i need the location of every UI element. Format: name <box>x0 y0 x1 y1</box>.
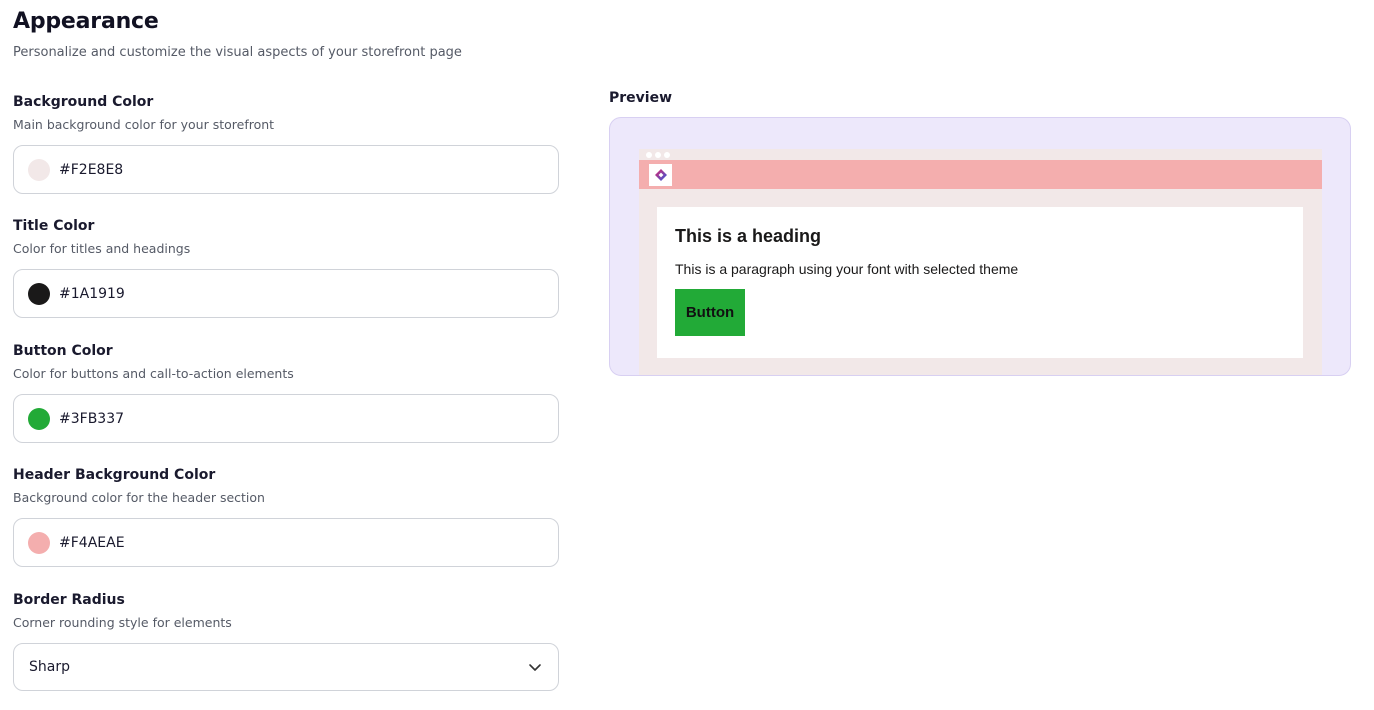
header-background-color-input[interactable]: #F4AEAE <box>13 518 559 567</box>
window-dot-icon <box>646 151 652 158</box>
page-title: Appearance <box>13 9 159 34</box>
color-swatch[interactable] <box>28 282 50 305</box>
select-value[interactable]: Sharp <box>29 659 70 675</box>
header-background-color-field: Header Background Color Background color… <box>13 466 559 567</box>
background-color-field: Background Color Main background color f… <box>13 93 559 194</box>
mock-button: Button <box>675 289 745 336</box>
logo-diamond-icon <box>654 168 667 181</box>
preview-mock-window: This is a heading This is a paragraph us… <box>639 149 1322 375</box>
field-label: Border Radius <box>13 592 125 608</box>
window-dot-icon <box>655 151 661 158</box>
field-label: Title Color <box>13 218 95 234</box>
border-radius-select[interactable]: Sharp <box>13 643 559 691</box>
mock-paragraph: This is a paragraph using your font with… <box>675 261 1019 277</box>
color-value[interactable]: #F4AEAE <box>59 535 125 551</box>
color-swatch[interactable] <box>28 407 50 430</box>
field-description: Color for buttons and call-to-action ele… <box>13 366 294 381</box>
mock-heading: This is a heading <box>675 226 822 246</box>
button-color-field: Button Color Color for buttons and call-… <box>13 342 559 443</box>
field-description: Color for titles and headings <box>13 241 191 256</box>
color-swatch[interactable] <box>28 531 50 554</box>
preview-label: Preview <box>609 90 673 106</box>
mock-titlebar <box>639 149 1322 160</box>
color-value[interactable]: #F2E8E8 <box>59 162 123 178</box>
field-description: Background color for the header section <box>13 490 265 505</box>
chevron-down-icon[interactable] <box>528 660 542 674</box>
page-subtitle: Personalize and customize the visual asp… <box>13 45 462 60</box>
field-description: Main background color for your storefron… <box>13 117 275 132</box>
preview-frame: This is a heading This is a paragraph us… <box>609 117 1351 376</box>
color-value[interactable]: #1A1919 <box>59 286 125 302</box>
mock-content-card: This is a heading This is a paragraph us… <box>657 207 1303 358</box>
button-color-input[interactable]: #3FB337 <box>13 394 559 443</box>
field-label: Background Color <box>13 94 154 110</box>
color-swatch[interactable] <box>28 158 50 181</box>
border-radius-field: Border Radius Corner rounding style for … <box>13 591 559 691</box>
window-dot-icon <box>664 151 670 158</box>
field-label: Header Background Color <box>13 467 216 483</box>
mock-header <box>639 160 1322 189</box>
title-color-field: Title Color Color for titles and heading… <box>13 217 559 318</box>
background-color-input[interactable]: #F2E8E8 <box>13 145 559 194</box>
field-label: Button Color <box>13 343 113 359</box>
color-value[interactable]: #3FB337 <box>59 411 124 427</box>
store-logo-icon <box>649 163 672 186</box>
title-color-input[interactable]: #1A1919 <box>13 269 559 318</box>
field-description: Corner rounding style for elements <box>13 615 232 630</box>
appearance-settings-page: Appearance Personalize and customize the… <box>0 0 1374 710</box>
